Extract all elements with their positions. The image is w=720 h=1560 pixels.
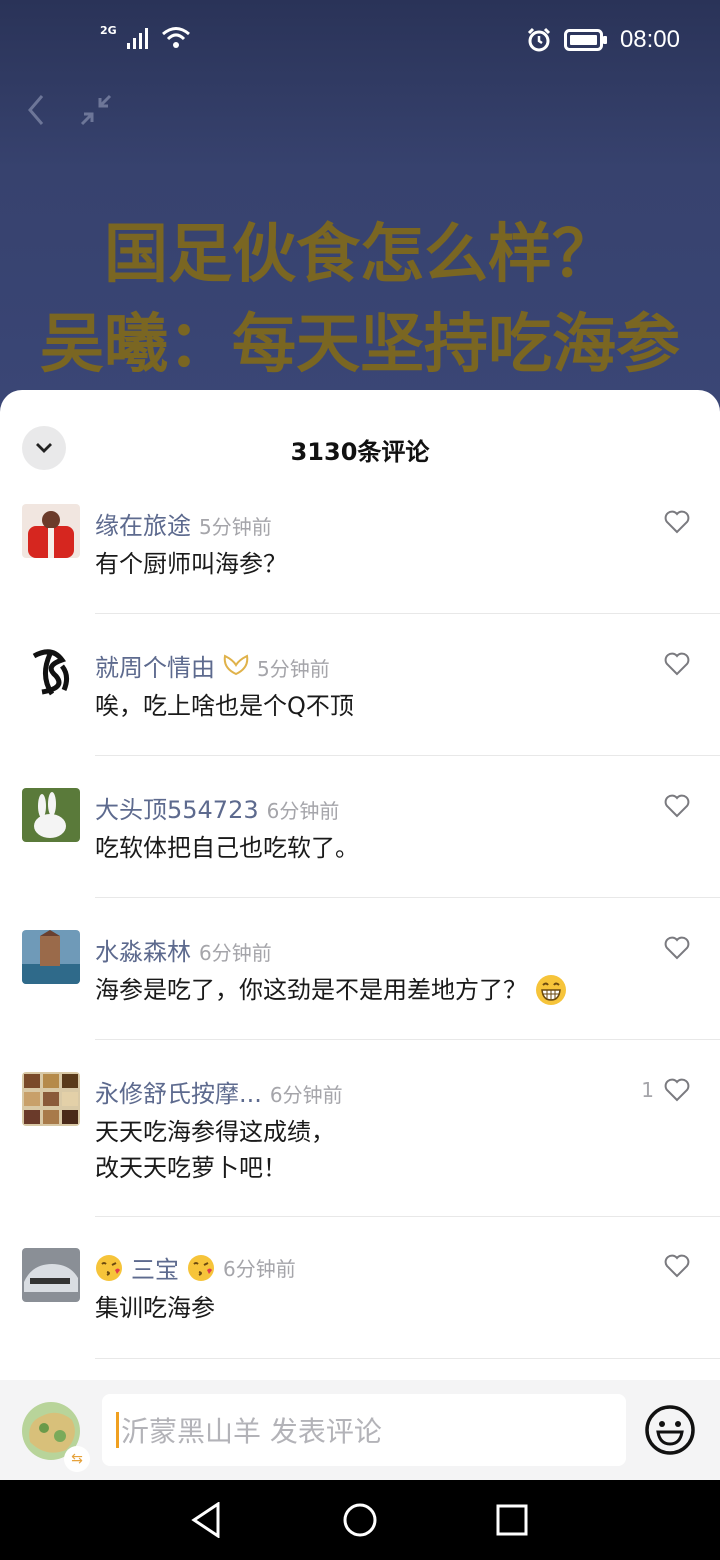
- comments-header: 3130条评论: [0, 418, 720, 478]
- avatar[interactable]: [22, 504, 80, 558]
- comment-text-line2: 改天天吃萝卜吧！: [95, 1154, 287, 1182]
- avatar[interactable]: [22, 646, 80, 700]
- signal-icon: [126, 28, 148, 49]
- divider: [95, 897, 720, 898]
- avatar[interactable]: [22, 1248, 80, 1302]
- heart-icon: [664, 1254, 690, 1278]
- comments-sheet: 3130条评论 缘在旅途 5分钟前 有个厨师叫海参？ 就周个情由 5分钟前 唉，…: [0, 390, 720, 1380]
- comment-text-line1: 天天吃海参得这成绩，: [95, 1118, 335, 1146]
- switch-account-icon[interactable]: ⇆: [64, 1446, 90, 1472]
- divider: [95, 755, 720, 756]
- comment-time: 6分钟前: [269, 1083, 343, 1107]
- kiss-emoji-icon: [188, 1254, 214, 1281]
- heart-icon: [664, 652, 690, 676]
- clock: 08:00: [619, 26, 680, 53]
- divider: [95, 1216, 720, 1217]
- like-button[interactable]: [664, 510, 690, 534]
- headline-line2: 吴曦：每天坚持吃海参: [40, 308, 680, 382]
- nav-home-icon[interactable]: [342, 1502, 378, 1538]
- comment-username[interactable]: 大头顶554723: [95, 790, 259, 825]
- divider: [95, 1358, 720, 1359]
- back-icon[interactable]: [24, 92, 48, 128]
- nav-recents-icon[interactable]: [496, 1504, 528, 1536]
- comment-username[interactable]: 三宝: [131, 1250, 179, 1285]
- comment-username[interactable]: 就周个情由: [95, 648, 215, 683]
- video-background: 2G 08:00 国足伙食怎么样？ 吴曦：每天坚持吃海参: [0, 0, 720, 420]
- comment-text: 有个厨师叫海参？: [95, 550, 287, 578]
- like-button[interactable]: [664, 652, 690, 676]
- like-button[interactable]: [664, 794, 690, 818]
- avatar[interactable]: [22, 1072, 80, 1126]
- like-button[interactable]: [664, 936, 690, 960]
- video-overlay-nav: [24, 92, 114, 128]
- battery-icon: [563, 29, 607, 51]
- system-nav-bar: [0, 1480, 720, 1560]
- comment-time: 5分钟前: [199, 515, 272, 539]
- wifi-icon: [161, 27, 190, 48]
- comment-text: 唉，吃上啥也是个Q不顶: [95, 692, 354, 720]
- comment-input-bar: ⇆ 沂蒙黑山羊 发表评论: [0, 1380, 720, 1480]
- minimize-icon[interactable]: [78, 92, 114, 128]
- comment-time: 6分钟前: [199, 941, 272, 965]
- smiley-icon: [645, 1405, 695, 1455]
- network-type: 2G: [100, 23, 117, 37]
- like-count: 1: [641, 1078, 654, 1102]
- like-button[interactable]: [664, 1254, 690, 1278]
- comment-input[interactable]: 沂蒙黑山羊 发表评论: [102, 1394, 626, 1466]
- divider: [95, 613, 720, 614]
- comment-input-placeholder: 沂蒙黑山羊 发表评论: [121, 1415, 382, 1448]
- comment-time: 6分钟前: [223, 1257, 296, 1281]
- heart-icon: [664, 1078, 690, 1102]
- heart-icon: [664, 936, 690, 960]
- video-headline: 国足伙食怎么样？ 吴曦：每天坚持吃海参: [0, 210, 720, 390]
- avatar[interactable]: [22, 930, 80, 984]
- alarm-icon: [527, 27, 550, 52]
- badge-icon: [223, 654, 249, 676]
- comment-time: 5分钟前: [257, 657, 330, 681]
- grin-emoji-icon: [536, 975, 566, 1005]
- status-bar: 2G 08:00: [0, 0, 720, 80]
- comment-time: 6分钟前: [266, 799, 340, 823]
- like-button[interactable]: 1: [641, 1078, 690, 1102]
- nav-back-icon[interactable]: [190, 1502, 222, 1538]
- comment-username[interactable]: 缘在旅途: [95, 506, 191, 541]
- emoji-button[interactable]: [644, 1404, 696, 1456]
- heart-icon: [664, 510, 690, 534]
- avatar[interactable]: [22, 788, 80, 842]
- kiss-emoji-icon: [96, 1254, 122, 1281]
- comment-text: 吃软体把自己也吃软了。: [95, 834, 359, 862]
- headline-line1: 国足伙食怎么样？: [104, 218, 616, 292]
- divider: [95, 1039, 720, 1040]
- comment-username[interactable]: 水淼森林: [95, 932, 191, 967]
- heart-icon: [664, 794, 690, 818]
- comments-title: 3130条评论: [290, 438, 430, 466]
- text-caret: [116, 1412, 119, 1448]
- comment-text: 集训吃海参: [95, 1294, 215, 1322]
- comment-text: 海参是吃了，你这劲是不是用差地方了？: [95, 976, 527, 1004]
- comment-username[interactable]: 永修舒氏按摩...: [95, 1074, 262, 1109]
